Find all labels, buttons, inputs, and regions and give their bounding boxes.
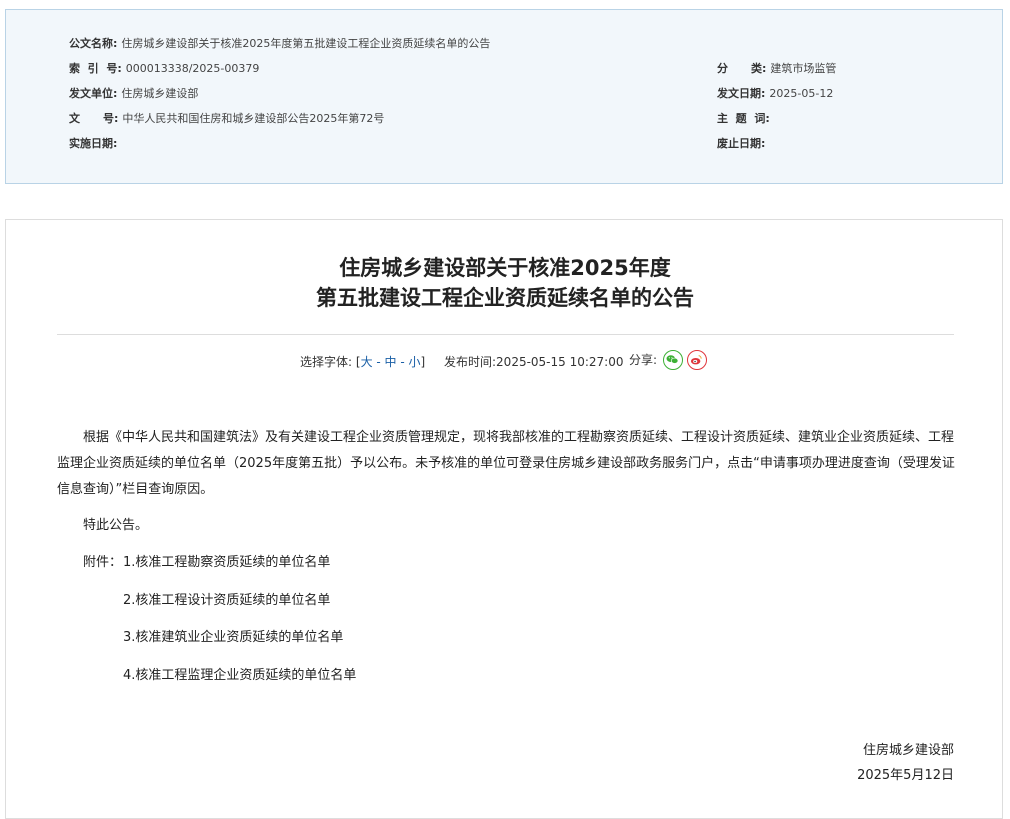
meta-expiry-label: 废止日期: — [717, 137, 766, 150]
meta-category-label: 分 类: — [717, 62, 767, 75]
meta-row-issuer: 发文单位: 住房城乡建设部 — [69, 84, 198, 104]
attachment-item-3: 3.核准建筑业企业资质延续的单位名单 — [123, 630, 344, 645]
font-size-large-link[interactable]: 大 — [361, 355, 373, 369]
meta-row-category: 分 类: 建筑市场监管 — [717, 59, 836, 79]
meta-row-issue-date: 发文日期: 2025-05-12 — [717, 84, 833, 104]
publish-time: 发布时间:2025-05-15 10:27:00 — [444, 352, 624, 372]
meta-row-effective: 实施日期: — [69, 134, 121, 154]
wechat-share-icon[interactable] — [663, 350, 683, 370]
font-bracket-close: ] — [420, 355, 426, 369]
share-label: 分享: — [629, 353, 658, 367]
publish-time-value: 2025-05-15 10:27:00 — [496, 355, 624, 369]
meta-effective-label: 实施日期: — [69, 137, 118, 150]
meta-index-value: 000013338/2025-00379 — [125, 62, 260, 75]
article-title-line2: 第五批建设工程企业资质延续名单的公告 — [316, 286, 694, 310]
meta-category-value: 建筑市场监管 — [770, 62, 837, 75]
publish-label: 发布时间: — [444, 355, 497, 369]
font-sep-1: - — [372, 355, 385, 369]
font-size-medium-link[interactable]: 中 — [385, 355, 397, 369]
font-size-small-link[interactable]: 小 — [409, 355, 421, 369]
attachment-item-2: 2.核准工程设计资质延续的单位名单 — [123, 593, 331, 608]
article-title-line1: 住房城乡建设部关于核准2025年度 — [339, 256, 671, 280]
attachment-label: 附件： — [83, 555, 123, 570]
meta-keywords-label: 主 题 词: — [717, 112, 770, 125]
article-info-bar: 选择字体: [大 - 中 - 小] 发布时间:2025-05-15 10:27:… — [0, 352, 1010, 372]
meta-title-label: 公文名称: — [69, 37, 118, 50]
attachment-item-1: 1.核准工程勘察资质延续的单位名单 — [123, 555, 331, 570]
meta-doc-no-label: 文 号: — [69, 112, 119, 125]
title-divider — [57, 334, 954, 335]
meta-row-doc-no: 文 号: 中华人民共和国住房和城乡建设部公告2025年第72号 — [69, 109, 384, 129]
attachment-item-4: 4.核准工程监理企业资质延续的单位名单 — [123, 668, 357, 683]
meta-issuer-label: 发文单位: — [69, 87, 118, 100]
meta-row-expiry: 废止日期: — [717, 134, 769, 154]
weibo-share-icon[interactable] — [687, 350, 707, 370]
meta-issue-date-label: 发文日期: — [717, 87, 766, 100]
meta-row-title: 公文名称: 住房城乡建设部关于核准2025年度第五批建设工程企业资质延续名单的公告 — [69, 34, 490, 54]
meta-row-keywords: 主 题 词: — [717, 109, 774, 129]
font-size-selector: 选择字体: [大 - 中 - 小] — [300, 352, 425, 372]
meta-doc-no-value: 中华人民共和国住房和城乡建设部公告2025年第72号 — [122, 112, 385, 125]
meta-row-index: 索 引 号: 000013338/2025-00379 — [69, 59, 259, 79]
article-paragraph-2: 特此公告。 — [83, 518, 149, 533]
signature-org: 住房城乡建设部 — [862, 743, 954, 758]
meta-issuer-value: 住房城乡建设部 — [121, 87, 199, 100]
meta-title-value: 住房城乡建设部关于核准2025年度第五批建设工程企业资质延续名单的公告 — [121, 37, 491, 50]
font-select-label: 选择字体: — [300, 355, 353, 369]
article-paragraph-1: 根据《中华人民共和国建筑法》及有关建设工程企业资质管理规定，现将我部核准的工程勘… — [57, 430, 955, 497]
meta-index-label: 索 引 号: — [69, 62, 122, 75]
meta-issue-date-value: 2025-05-12 — [769, 87, 834, 100]
signature-date: 2025年5月12日 — [857, 768, 954, 783]
font-sep-2: - — [396, 355, 409, 369]
